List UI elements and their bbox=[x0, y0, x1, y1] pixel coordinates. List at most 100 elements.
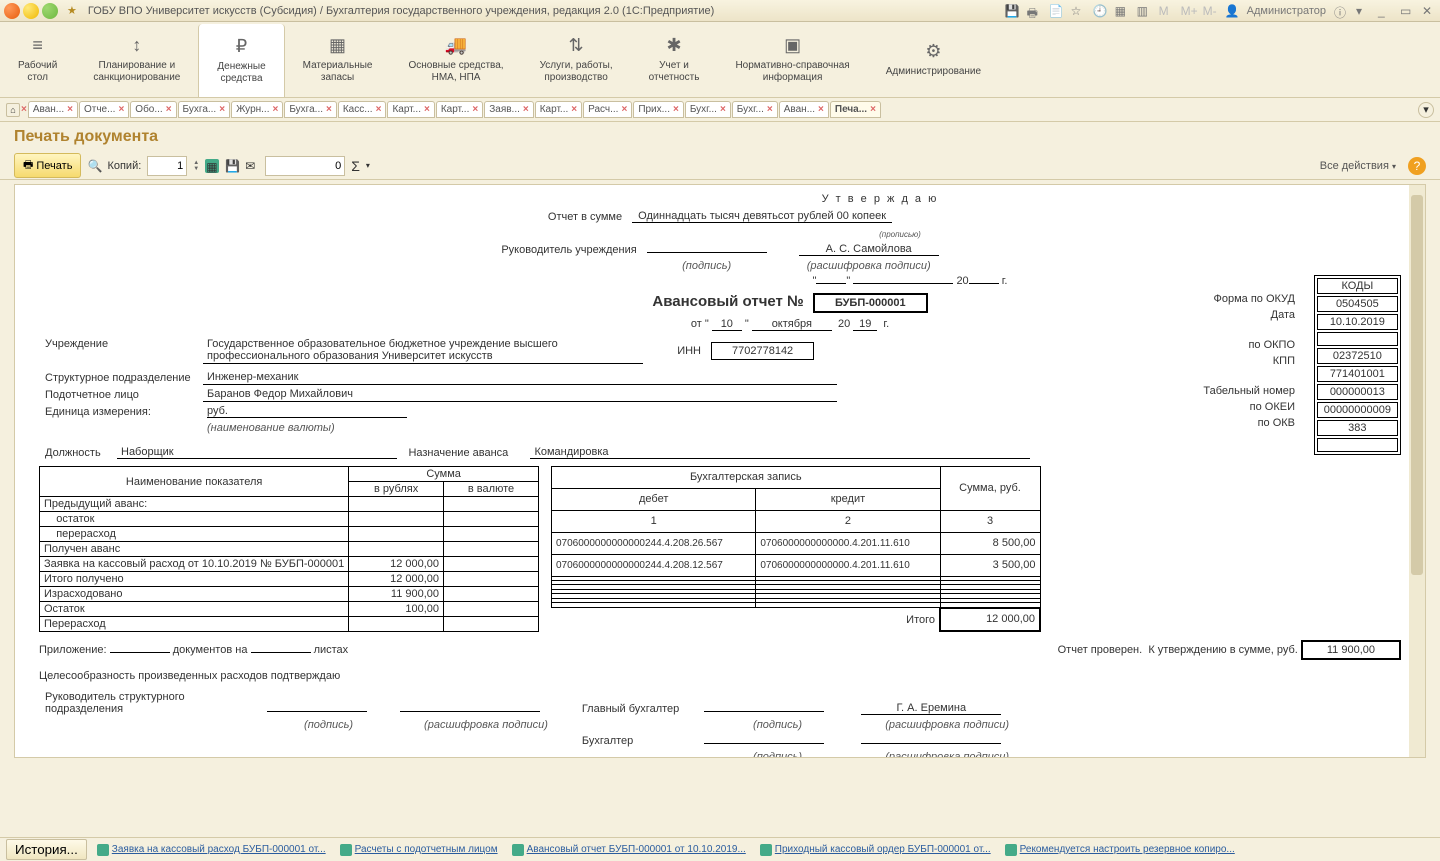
sum-input[interactable] bbox=[265, 156, 345, 176]
print-button[interactable]: 🖶 Печать bbox=[14, 153, 81, 178]
tab[interactable]: Прих...× bbox=[633, 101, 684, 118]
tab[interactable]: Касс...× bbox=[338, 101, 387, 118]
org-name: Государственное образовательное бюджетно… bbox=[203, 337, 643, 364]
tab-close-icon[interactable]: × bbox=[818, 104, 824, 115]
save-icon[interactable]: 💾 bbox=[1005, 4, 1019, 18]
mail-icon[interactable]: ✉ bbox=[245, 159, 259, 173]
print-icon[interactable]: 🖶 bbox=[1027, 4, 1041, 18]
calendar-icon[interactable]: ▥ bbox=[1137, 4, 1151, 18]
all-actions-button[interactable]: Все действия ▾ bbox=[1320, 160, 1396, 172]
tab[interactable]: Расч...× bbox=[583, 101, 632, 118]
tab[interactable]: Аван...× bbox=[779, 101, 829, 118]
bottom-link[interactable]: Рекомендуется настроить резервное копиро… bbox=[999, 842, 1241, 858]
preview-icon[interactable]: 🔍 bbox=[87, 159, 101, 173]
window-max-icon[interactable] bbox=[42, 3, 58, 19]
tab-close-icon[interactable]: × bbox=[326, 104, 332, 115]
tab-close-icon[interactable]: × bbox=[273, 104, 279, 115]
star-icon[interactable]: ☆ bbox=[1071, 4, 1085, 18]
section-icon: ≡ bbox=[32, 35, 43, 57]
sigma-label[interactable]: Σ bbox=[351, 158, 360, 174]
bottom-link[interactable]: Заявка на кассовый расход БУБП-000001 от… bbox=[91, 842, 332, 858]
info-icon bbox=[760, 844, 772, 856]
clock-icon[interactable]: 🕘 bbox=[1093, 4, 1107, 18]
help-icon[interactable]: ? bbox=[1408, 157, 1426, 175]
doc-number: БУБП-000001 bbox=[813, 293, 928, 313]
minimize-icon[interactable]: _ bbox=[1378, 4, 1392, 18]
tab-close-icon[interactable]: × bbox=[870, 104, 876, 115]
nav-home-icon[interactable]: ⌂ bbox=[6, 103, 20, 117]
table-cell: Остаток bbox=[40, 602, 349, 617]
section-icon: ▦ bbox=[329, 35, 346, 57]
tab[interactable]: Журн...× bbox=[231, 101, 283, 118]
bottom-link[interactable]: Расчеты с подотчетным лицом bbox=[334, 842, 504, 858]
calc-icon[interactable]: ▦ bbox=[1115, 4, 1129, 18]
section-item[interactable]: ▦Материальныезапасы bbox=[285, 22, 391, 97]
tab-close-icon[interactable]: × bbox=[166, 104, 172, 115]
window-title: ГОБУ ВПО Университет искусств (Субсидия)… bbox=[88, 5, 1002, 17]
restore-icon[interactable]: ▭ bbox=[1400, 4, 1414, 18]
close-icon[interactable]: ✕ bbox=[1422, 4, 1436, 18]
tab[interactable]: Отче...× bbox=[79, 101, 129, 118]
sigma-dropdown-icon[interactable]: ▾ bbox=[366, 161, 370, 170]
chevron-down-icon[interactable]: ▾ bbox=[1356, 4, 1370, 18]
tabs-bar: ⌂ × Аван...×Отче...×Обо...×Бухга...×Журн… bbox=[0, 98, 1440, 122]
head-label: Руководитель учреждения bbox=[497, 242, 640, 257]
tab-close-icon[interactable]: × bbox=[219, 104, 225, 115]
grid-icon[interactable]: ▦ bbox=[205, 159, 219, 173]
bottom-link[interactable]: Авансовый отчет БУБП-000001 от 10.10.201… bbox=[506, 842, 752, 858]
m-icon[interactable]: M bbox=[1159, 4, 1173, 18]
window-min-icon[interactable] bbox=[23, 3, 39, 19]
tab[interactable]: Карт...× bbox=[387, 101, 434, 118]
titlebar: ★ ГОБУ ВПО Университет искусств (Субсиди… bbox=[0, 0, 1440, 22]
section-item[interactable]: 🚚Основные средства,НМА, НПА bbox=[390, 22, 521, 97]
tab[interactable]: Бухг...× bbox=[732, 101, 778, 118]
user-name: Администратор bbox=[1247, 5, 1326, 17]
section-item[interactable]: ✱Учет иотчетность bbox=[631, 22, 718, 97]
section-item[interactable]: ⚙Администрирование bbox=[868, 22, 999, 97]
tab-close-icon[interactable]: × bbox=[571, 104, 577, 115]
section-item[interactable]: ⇅Услуги, работы,производство bbox=[522, 22, 631, 97]
report-sum-text: Одиннадцать тысяч девятьсот рублей 00 ко… bbox=[632, 210, 892, 223]
m-plus-icon[interactable]: M+ bbox=[1181, 4, 1195, 18]
tab-close-icon[interactable]: × bbox=[673, 104, 679, 115]
tab[interactable]: Заяв...× bbox=[484, 101, 534, 118]
tab[interactable]: Бухга...× bbox=[178, 101, 231, 118]
copies-spinner[interactable]: ▲▼ bbox=[193, 160, 199, 172]
tab-close-icon[interactable]: × bbox=[621, 104, 627, 115]
tab[interactable]: Карт...× bbox=[436, 101, 483, 118]
tab-close-icon[interactable]: × bbox=[118, 104, 124, 115]
nav-close-icon[interactable]: × bbox=[21, 104, 27, 115]
doc-title: Авансовый отчет № bbox=[652, 293, 803, 310]
table-cell: Итого получено bbox=[40, 572, 349, 587]
bottom-link[interactable]: Приходный кассовый ордер БУБП-000001 от.… bbox=[754, 842, 997, 858]
section-item[interactable]: ↕Планирование исанкционирование bbox=[75, 22, 198, 97]
tab-close-icon[interactable]: × bbox=[424, 104, 430, 115]
tab-close-icon[interactable]: × bbox=[767, 104, 773, 115]
tab[interactable]: Аван...× bbox=[28, 101, 78, 118]
tab-close-icon[interactable]: × bbox=[67, 104, 73, 115]
section-item[interactable]: ▣Нормативно-справочнаяинформация bbox=[717, 22, 867, 97]
window-close-icon[interactable] bbox=[4, 3, 20, 19]
section-item[interactable]: ₽Денежныесредства bbox=[198, 24, 284, 97]
tab[interactable]: Обо...× bbox=[130, 101, 176, 118]
tab[interactable]: Карт...× bbox=[535, 101, 582, 118]
tab-close-icon[interactable]: × bbox=[376, 104, 382, 115]
tab[interactable]: Бухг...× bbox=[685, 101, 731, 118]
doc-icon[interactable]: 📄 bbox=[1049, 4, 1063, 18]
tab[interactable]: Бухга...× bbox=[284, 101, 337, 118]
tab-close-icon[interactable]: × bbox=[523, 104, 529, 115]
tabs-more-icon[interactable]: ▾ bbox=[1418, 102, 1434, 118]
section-item[interactable]: ≡Рабочийстол bbox=[0, 22, 75, 97]
diskette-icon[interactable]: 💾 bbox=[225, 159, 239, 173]
info-icon bbox=[1005, 844, 1017, 856]
m-minus-icon[interactable]: M- bbox=[1203, 4, 1217, 18]
copies-input[interactable] bbox=[147, 156, 187, 176]
info-icon[interactable]: ⓘ bbox=[1334, 4, 1348, 18]
document-body: У т в е р ж д а ю Отчет в сумме Одиннадц… bbox=[15, 185, 1425, 758]
tab-close-icon[interactable]: × bbox=[472, 104, 478, 115]
info-icon bbox=[340, 844, 352, 856]
tab[interactable]: Печа...× bbox=[830, 101, 881, 118]
history-button[interactable]: История... bbox=[6, 839, 87, 860]
tab-close-icon[interactable]: × bbox=[720, 104, 726, 115]
table-cell: Предыдущий аванс: bbox=[40, 497, 349, 512]
